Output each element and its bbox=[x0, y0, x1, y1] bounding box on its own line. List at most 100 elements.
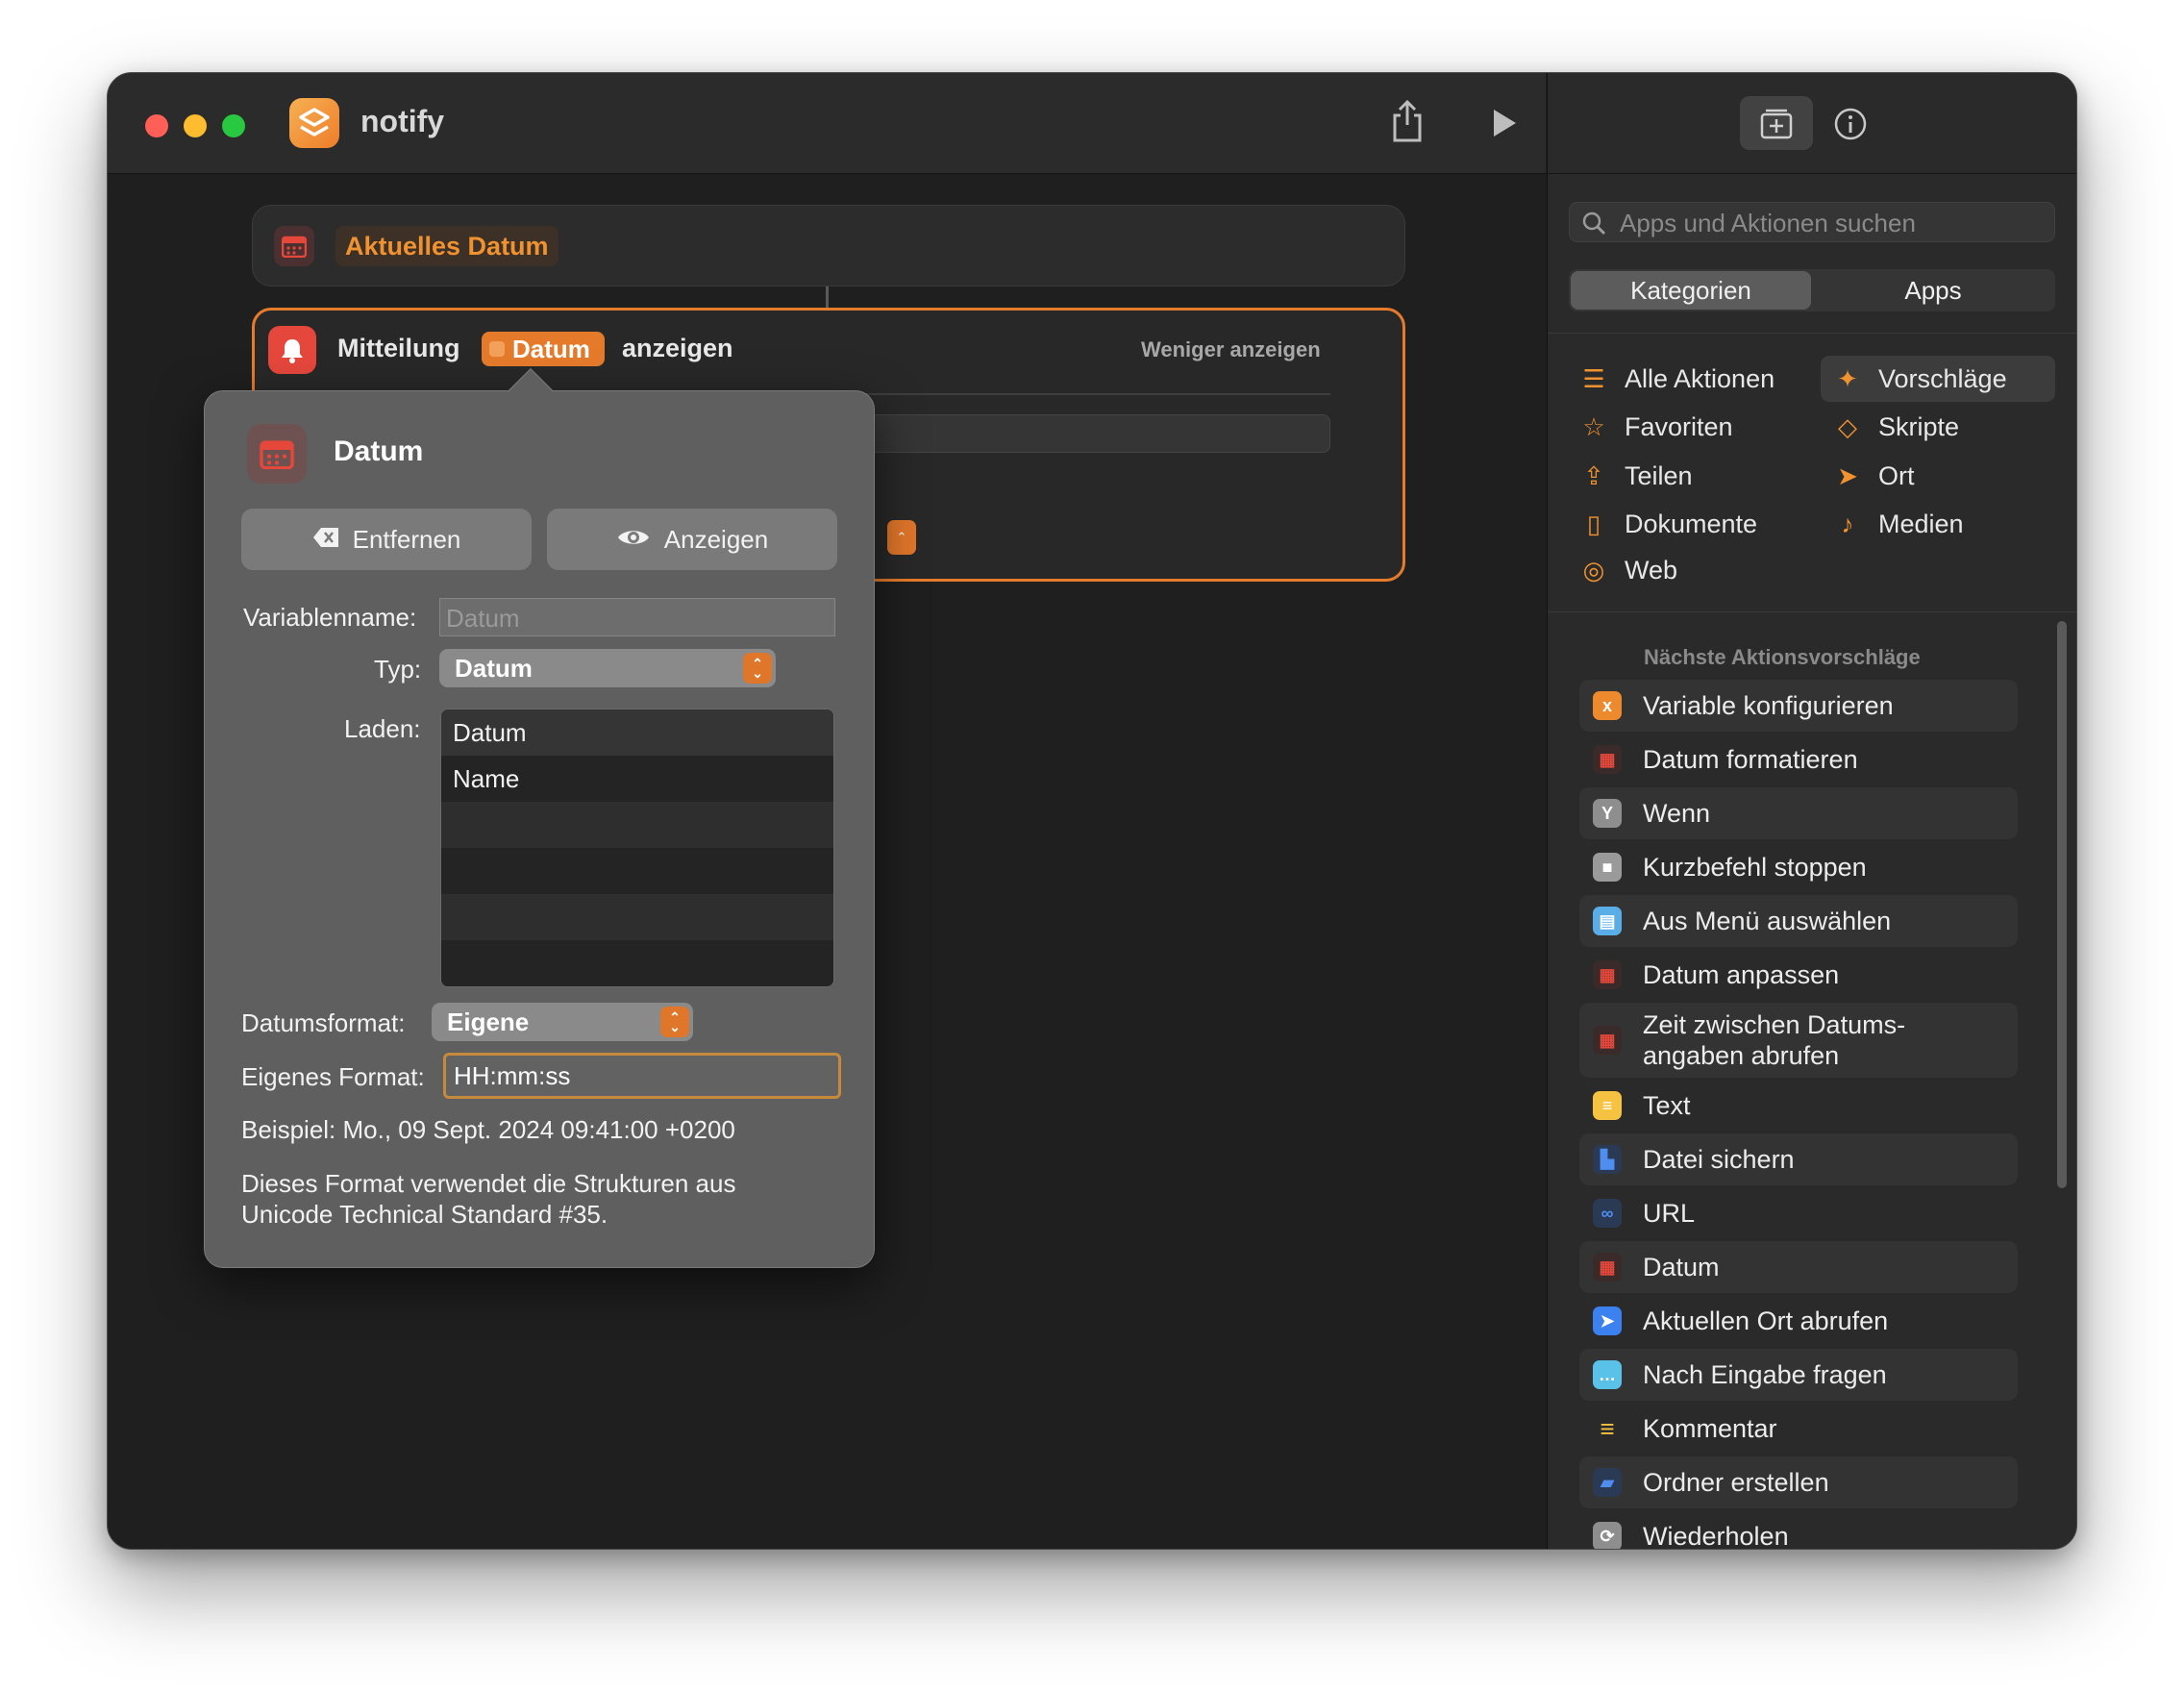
remove-button-label: Entfernen bbox=[352, 524, 461, 554]
comment-lines-icon: ≡ bbox=[1600, 1413, 1615, 1443]
segmented-control: Kategorien Apps bbox=[1569, 269, 2055, 311]
custom-format-label: Eigenes Format: bbox=[241, 1062, 425, 1091]
show-less-button[interactable]: Weniger anzeigen bbox=[1141, 337, 1321, 362]
list-item[interactable]: Name bbox=[441, 756, 833, 802]
suggestion-label: Ordner erstellen bbox=[1643, 1467, 1829, 1497]
list-item-empty bbox=[441, 894, 833, 940]
notification-bell-icon bbox=[268, 326, 316, 374]
list-item[interactable]: Datum bbox=[441, 709, 833, 756]
variable-name-field[interactable]: Datum bbox=[439, 598, 835, 636]
load-list[interactable]: Datum Name bbox=[440, 709, 834, 987]
actions-sidebar: Apps und Aktionen suchen Kategorien Apps… bbox=[1547, 73, 2076, 1549]
suggestion-ask-for-input[interactable]: … Nach Eingabe fragen bbox=[1579, 1349, 2018, 1401]
share-icon: ⇪ bbox=[1583, 460, 1604, 490]
notification-suffix: anzeigen bbox=[622, 334, 733, 362]
window-title: notify bbox=[360, 104, 445, 138]
category-label: Dokumente bbox=[1625, 509, 1758, 538]
category-label: Ort bbox=[1878, 460, 1915, 490]
remove-button[interactable]: Entfernen bbox=[241, 509, 532, 570]
category-label: Vorschläge bbox=[1878, 363, 2007, 393]
info-icon[interactable] bbox=[1832, 106, 1869, 142]
suggestion-save-file[interactable]: ▙ Datei sichern bbox=[1579, 1133, 2018, 1185]
calendar-icon bbox=[247, 424, 307, 484]
category-label: Alle Aktionen bbox=[1625, 363, 1775, 393]
custom-format-field[interactable]: HH:mm:ss bbox=[443, 1053, 841, 1099]
search-placeholder: Apps und Aktionen suchen bbox=[1620, 209, 1916, 237]
compass-icon: ◎ bbox=[1582, 555, 1605, 585]
suggestion-label: Kurzbefehl stoppen bbox=[1643, 852, 1867, 882]
category-location[interactable]: ➤ Ort bbox=[1834, 454, 1915, 498]
suggestion-adjust-date[interactable]: ▦ Datum anpassen bbox=[1579, 949, 2018, 1001]
suggestion-label: Kommentar bbox=[1643, 1413, 1777, 1443]
close-window-button[interactable] bbox=[145, 114, 168, 137]
date-format-value: Eigene bbox=[447, 1007, 530, 1036]
suggestion-format-date[interactable]: ▦ Datum formatieren bbox=[1579, 734, 2018, 785]
suggestion-date[interactable]: ▦ Datum bbox=[1579, 1241, 2018, 1293]
share-icon[interactable] bbox=[1390, 98, 1425, 144]
eye-icon bbox=[616, 525, 651, 555]
search-input[interactable]: Apps und Aktionen suchen bbox=[1569, 202, 2055, 242]
suggestion-variable-configure[interactable]: x Variable konfigurieren bbox=[1579, 680, 2018, 732]
suggestion-text[interactable]: ≡ Text bbox=[1579, 1080, 2018, 1132]
suggestion-label: Aus Menü auswählen bbox=[1643, 906, 1892, 935]
suggestion-create-folder[interactable]: ▰ Ordner erstellen bbox=[1579, 1456, 2018, 1508]
format-note-line2: Unicode Technical Standard #35. bbox=[241, 1200, 608, 1229]
category-media[interactable]: ♪ Medien bbox=[1834, 502, 1964, 546]
minimize-window-button[interactable] bbox=[184, 114, 207, 137]
zoom-window-button[interactable] bbox=[222, 114, 245, 137]
category-documents[interactable]: ▯ Dokumente bbox=[1580, 502, 1757, 546]
action-current-date[interactable]: Aktuelles Datum bbox=[252, 205, 1405, 286]
category-suggestions[interactable]: ✦ Vorschläge bbox=[1834, 357, 2007, 401]
document-icon: ▯ bbox=[1586, 509, 1601, 538]
tab-apps[interactable]: Apps bbox=[1813, 271, 2053, 310]
sparkle-icon: ✦ bbox=[1837, 363, 1858, 393]
suggestion-label: Datei sichern bbox=[1643, 1144, 1795, 1174]
suggestion-comment[interactable]: ≡ Kommentar bbox=[1579, 1403, 2018, 1455]
category-all-actions[interactable]: ☰ Alle Aktionen bbox=[1580, 357, 1774, 401]
scrollbar[interactable] bbox=[2057, 621, 2067, 1188]
delete-backward-icon bbox=[312, 525, 339, 555]
category-label: Favoriten bbox=[1625, 411, 1733, 441]
suggestion-label: Aktuellen Ort abrufen bbox=[1643, 1306, 1889, 1335]
suggestion-if[interactable]: Y Wenn bbox=[1579, 787, 2018, 839]
suggestion-get-current-location[interactable]: ➤ Aktuellen Ort abrufen bbox=[1579, 1295, 2018, 1347]
category-share[interactable]: ⇪ Teilen bbox=[1580, 454, 1693, 498]
suggestion-label: Datum anpassen bbox=[1643, 959, 1840, 989]
suggestion-label: Variable konfigurieren bbox=[1643, 690, 1894, 720]
show-button[interactable]: Anzeigen bbox=[547, 509, 837, 570]
sidebar-toolbar bbox=[1548, 73, 2076, 174]
suggestion-choose-from-menu[interactable]: ▤ Aus Menü auswählen bbox=[1579, 895, 2018, 947]
suggestion-repeat[interactable]: ⟳ Wiederholen bbox=[1579, 1510, 2018, 1549]
type-select[interactable]: Datum ⌃ ⌄ bbox=[439, 649, 776, 687]
category-scripts[interactable]: ◇ Skripte bbox=[1834, 405, 1959, 449]
suggestion-stop-shortcut[interactable]: ■ Kurzbefehl stoppen bbox=[1579, 841, 2018, 893]
tab-categories[interactable]: Kategorien bbox=[1571, 271, 1811, 310]
folder-icon: ▰ bbox=[1593, 1468, 1622, 1497]
title-bar: notify bbox=[108, 73, 1546, 174]
notification-prefix: Mitteilung bbox=[337, 334, 460, 362]
suggestion-time-between-dates[interactable]: ▦ Zeit zwischen Datums- angaben abrufen bbox=[1579, 1003, 2018, 1078]
popover-title: Datum bbox=[334, 435, 424, 467]
list-item-empty bbox=[441, 848, 833, 894]
location-arrow-icon: ➤ bbox=[1837, 460, 1858, 490]
search-icon bbox=[1581, 211, 1606, 240]
option-stepper-icon[interactable]: ⌃ bbox=[887, 520, 916, 555]
calendar-icon bbox=[274, 226, 314, 266]
suggestion-url[interactable]: ∞ URL bbox=[1579, 1187, 2018, 1239]
tab-categories-label: Kategorien bbox=[1630, 275, 1751, 305]
show-button-label: Anzeigen bbox=[663, 524, 769, 554]
suggestion-label: Nach Eingabe fragen bbox=[1643, 1359, 1887, 1389]
date-variable-token[interactable]: Datum bbox=[482, 332, 605, 366]
suggestion-label: Datum formatieren bbox=[1643, 744, 1858, 774]
category-web[interactable]: ◎ Web bbox=[1580, 548, 1677, 592]
category-label: Teilen bbox=[1625, 460, 1693, 490]
format-note-line1: Dieses Format verwendet die Strukturen a… bbox=[241, 1169, 736, 1198]
date-format-select[interactable]: Eigene ⌃ ⌄ bbox=[432, 1003, 693, 1041]
calendar-icon: ▦ bbox=[1593, 1253, 1622, 1281]
category-favorites[interactable]: ☆ Favoriten bbox=[1580, 405, 1733, 449]
action-library-button[interactable] bbox=[1740, 96, 1813, 150]
play-icon[interactable] bbox=[1490, 107, 1519, 139]
star-icon: ☆ bbox=[1582, 411, 1605, 441]
load-item-name: Name bbox=[453, 763, 520, 793]
script-icon: ◇ bbox=[1838, 411, 1857, 441]
